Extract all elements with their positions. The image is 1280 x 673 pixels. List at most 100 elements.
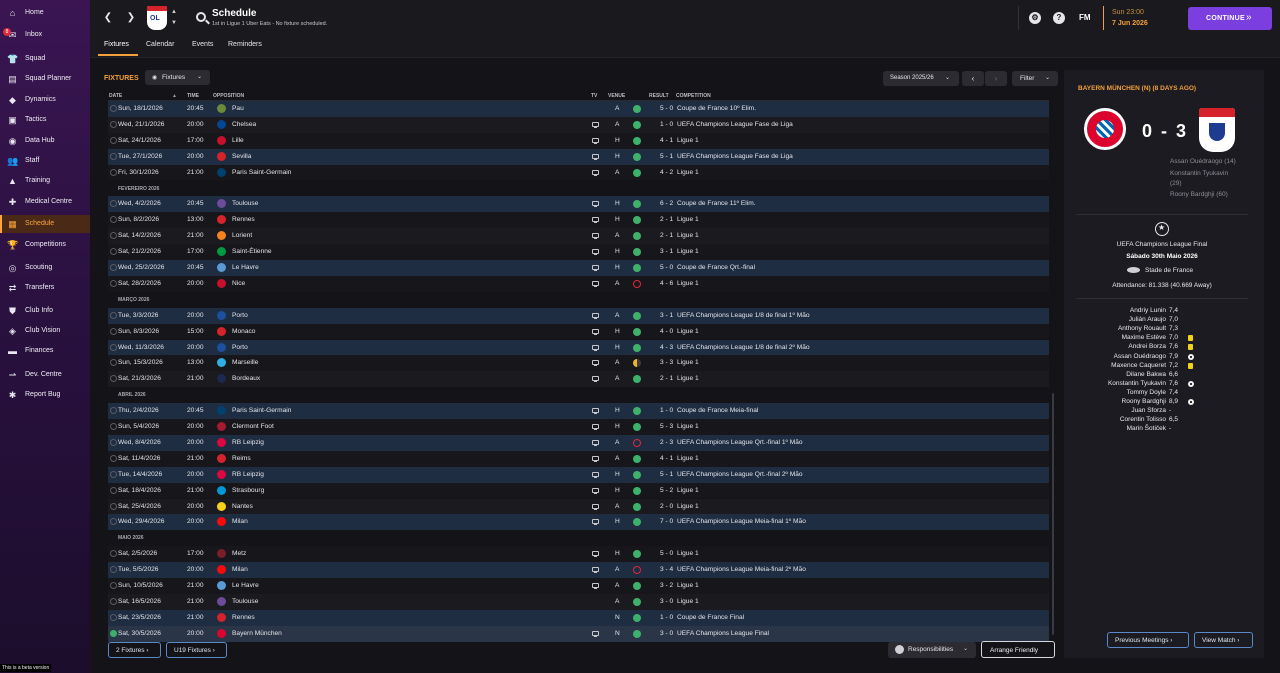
opponent-name[interactable]: Lorient bbox=[232, 232, 252, 239]
opponent-name[interactable]: Paris Saint-Germain bbox=[232, 169, 291, 176]
fixture-competition[interactable]: Ligue 1 bbox=[677, 550, 699, 557]
row-select-dot[interactable] bbox=[110, 597, 117, 605]
table-row[interactable]: Sat, 11/4/2026 21:00 Reims A 4 - 1 Ligue 1 bbox=[108, 450, 1049, 467]
table-row[interactable]: Sun, 10/5/2026 21:00 Le Havre A 3 - 2 Ligue 1 bbox=[108, 578, 1049, 594]
responsibilities-button[interactable]: Responsibilities ⌄ bbox=[888, 642, 976, 658]
row-select-dot[interactable] bbox=[110, 120, 117, 128]
opponent-name[interactable]: Lille bbox=[232, 137, 244, 144]
table-row[interactable]: Thu, 2/4/2026 20:45 Paris Saint-Germain H 1 … bbox=[108, 403, 1049, 419]
opponent-name[interactable]: Clermont Foot bbox=[232, 423, 274, 430]
player-name[interactable]: Maxence Caqueret bbox=[1111, 362, 1166, 369]
player-name[interactable]: Maxime Estève bbox=[1122, 334, 1166, 341]
table-row[interactable]: Tue, 27/1/2026 20:00 Sevilla H 5 - 1 UEFA Cha… bbox=[108, 148, 1049, 165]
table-row[interactable]: Tue, 5/5/2026 20:00 Milan A 3 - 4 UEFA Champi… bbox=[108, 562, 1049, 578]
row-select-dot[interactable] bbox=[110, 105, 117, 112]
sidebar-item-competitions[interactable]: 🏆 Competitions bbox=[0, 236, 90, 254]
fixture-competition[interactable]: Ligue 1 bbox=[677, 328, 699, 335]
opponent-name[interactable]: Porto bbox=[232, 344, 248, 351]
table-row[interactable]: Sat, 21/3/2026 21:00 Bordeaux A 2 - 1 Ligue 1 bbox=[108, 371, 1049, 388]
fixture-competition[interactable]: Ligue 1 bbox=[677, 423, 699, 430]
lyon-crest[interactable] bbox=[1199, 108, 1235, 152]
opponent-name[interactable]: Bordeaux bbox=[232, 375, 260, 382]
fixture-competition[interactable]: Ligue 1 bbox=[677, 455, 699, 462]
row-select-dot[interactable] bbox=[110, 629, 117, 637]
opponent-name[interactable]: Paris Saint-Germain bbox=[232, 407, 291, 414]
player-name[interactable]: Assan Ouédraogo bbox=[1114, 353, 1166, 360]
col-opposition[interactable]: OPPOSITION bbox=[213, 93, 244, 99]
fm-logo[interactable]: FM bbox=[1079, 13, 1091, 22]
fixture-competition[interactable]: Ligue 1 bbox=[677, 248, 699, 255]
row-select-dot[interactable] bbox=[110, 454, 117, 462]
bayern-crest[interactable] bbox=[1084, 108, 1126, 150]
fixture-competition[interactable]: Ligue 1 bbox=[677, 487, 699, 494]
table-row[interactable]: Sat, 25/4/2026 20:00 Nantes A 2 - 0 Ligue 1 bbox=[108, 498, 1049, 515]
col-date[interactable]: DATE bbox=[109, 93, 122, 99]
opponent-name[interactable]: RB Leipzig bbox=[232, 439, 264, 446]
fixture-competition[interactable]: Ligue 1 bbox=[677, 375, 699, 382]
row-select-dot[interactable] bbox=[110, 152, 117, 160]
row-select-dot[interactable] bbox=[110, 327, 117, 335]
opponent-name[interactable]: Milan bbox=[232, 518, 248, 525]
opponent-name[interactable]: Rennes bbox=[232, 614, 255, 621]
fixture-competition[interactable]: Coupe de France 11º Elim. bbox=[677, 200, 756, 207]
player-name[interactable]: Juan Sforza bbox=[1131, 407, 1166, 414]
fixture-competition[interactable]: UEFA Champions League Fase de Liga bbox=[677, 153, 793, 160]
fixture-competition[interactable]: UEFA Champions League Qrt.-final 2º Mão bbox=[677, 471, 803, 478]
table-row[interactable]: Sat, 21/2/2026 17:00 Saint-Étienne H 3 - 1 Li… bbox=[108, 244, 1049, 260]
next-season-button[interactable]: › bbox=[985, 71, 1007, 86]
row-select-dot[interactable] bbox=[110, 168, 117, 176]
fixtures-view-dropdown[interactable]: ◉ Fixtures ⌄ bbox=[145, 70, 210, 85]
table-row[interactable]: Fri, 30/1/2026 21:00 Paris Saint-Germain A 4… bbox=[108, 164, 1049, 181]
fixture-competition[interactable]: Ligue 1 bbox=[677, 503, 699, 510]
col-result[interactable]: RESULT bbox=[649, 93, 669, 99]
player-name[interactable]: Marin Šotiček bbox=[1127, 425, 1166, 432]
tab-fixtures[interactable]: Fixtures bbox=[104, 41, 129, 48]
row-select-dot[interactable] bbox=[110, 248, 117, 256]
player-name[interactable]: Roony Bardghji bbox=[1122, 398, 1166, 405]
sort-asc-icon[interactable]: ▲ bbox=[172, 93, 177, 99]
row-select-dot[interactable] bbox=[110, 470, 117, 478]
opponent-name[interactable]: Toulouse bbox=[232, 598, 258, 605]
table-row[interactable]: Sat, 28/2/2026 20:00 Nice A 4 - 6 Ligue 1 bbox=[108, 275, 1049, 292]
table-row[interactable]: Wed, 8/4/2026 20:00 RB Leipzig A 2 - 3 UEFA C… bbox=[108, 434, 1049, 451]
table-row[interactable]: Sun, 5/4/2026 20:00 Clermont Foot H 5 - 3 Lig… bbox=[108, 419, 1049, 435]
sidebar-item-scouting[interactable]: ◎ Scouting bbox=[0, 259, 90, 277]
fixture-competition[interactable]: Ligue 1 bbox=[677, 216, 699, 223]
fixture-competition[interactable]: Coupe de France 10º Elim. bbox=[677, 105, 756, 112]
col-time[interactable]: TIME bbox=[187, 93, 199, 99]
opponent-name[interactable]: Sevilla bbox=[232, 153, 251, 160]
table-row[interactable]: Sun, 8/3/2026 15:00 Monaco H 4 - 0 Ligue 1 bbox=[108, 323, 1049, 340]
continue-button[interactable]: CONTINUE » bbox=[1188, 7, 1272, 30]
table-row[interactable]: Wed, 29/4/2026 20:00 Milan H 7 - 0 UEFA Champ… bbox=[108, 514, 1049, 531]
fixture-competition[interactable]: Ligue 1 bbox=[677, 598, 699, 605]
filter-button[interactable]: Filter ⌄ bbox=[1012, 71, 1058, 86]
opponent-name[interactable]: Chelsea bbox=[232, 121, 256, 128]
player-name[interactable]: Konstantin Tyukavin bbox=[1108, 380, 1166, 387]
player-name[interactable]: Tommy Doyle bbox=[1127, 389, 1166, 396]
row-select-dot[interactable] bbox=[110, 423, 117, 430]
table-row[interactable]: Sat, 23/5/2026 21:00 Rennes N 1 - 0 Coupe de … bbox=[108, 609, 1049, 626]
u19-fixtures-button[interactable]: U19 Fixtures › bbox=[166, 642, 227, 658]
sidebar-item-training[interactable]: ▲ Training bbox=[0, 172, 90, 190]
table-row[interactable]: Sat, 18/4/2026 21:00 Strasbourg H 5 - 2 Ligue… bbox=[108, 482, 1049, 499]
row-select-dot[interactable] bbox=[110, 518, 117, 526]
opponent-name[interactable]: Pau bbox=[232, 105, 244, 112]
row-select-dot[interactable] bbox=[110, 613, 117, 621]
sidebar-item-club-info[interactable]: ⛊ Club Info bbox=[0, 302, 90, 320]
table-row[interactable]: Sat, 24/1/2026 17:00 Lille H 4 - 1 Ligue 1 bbox=[108, 132, 1049, 149]
table-row[interactable]: Sun, 15/3/2026 13:00 Marseille A 3 - 3 Ligue … bbox=[108, 355, 1049, 372]
row-select-dot[interactable] bbox=[110, 438, 117, 446]
sidebar-item-transfers[interactable]: ⇄ Transfers bbox=[0, 279, 90, 297]
forward-arrow-icon[interactable]: ❯ bbox=[123, 9, 139, 27]
row-select-dot[interactable] bbox=[110, 311, 117, 319]
tab-reminders[interactable]: Reminders bbox=[228, 41, 262, 48]
player-name[interactable]: Corentin Tolisso bbox=[1120, 416, 1166, 423]
table-row[interactable]: Wed, 11/3/2026 20:00 Porto H 4 - 3 UEFA Champ… bbox=[108, 339, 1049, 356]
view-match-button[interactable]: View Match › bbox=[1194, 632, 1253, 648]
table-row[interactable]: Sun, 8/2/2026 13:00 Rennes H 2 - 1 Ligue 1 bbox=[108, 212, 1049, 229]
fixture-competition[interactable]: UEFA Champions League Meia-final 1º Mão bbox=[677, 518, 806, 525]
opponent-name[interactable]: RB Leipzig bbox=[232, 471, 264, 478]
search-icon[interactable] bbox=[196, 12, 206, 22]
row-select-dot[interactable] bbox=[110, 502, 117, 510]
row-select-dot[interactable] bbox=[110, 407, 117, 415]
